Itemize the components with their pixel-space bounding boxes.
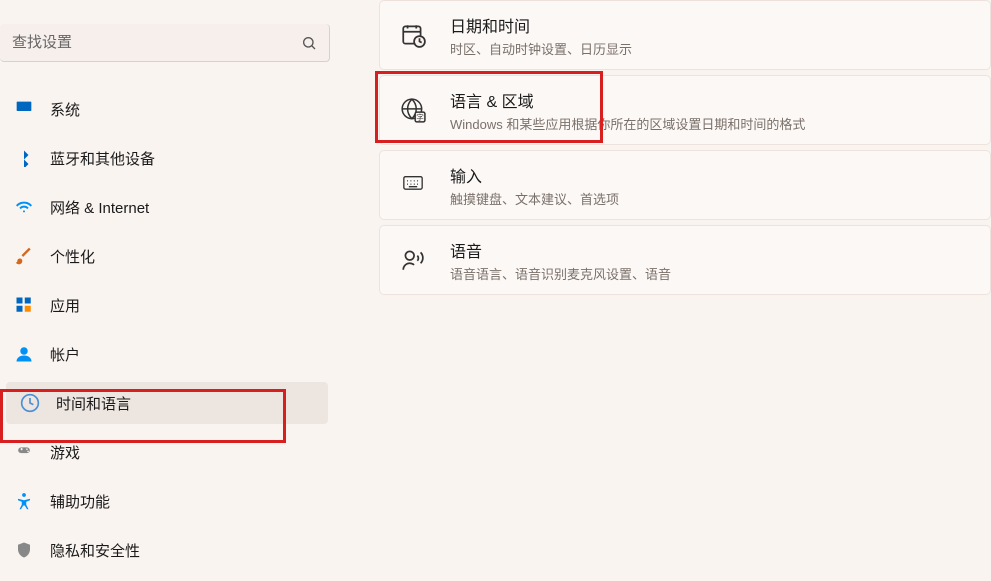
sidebar-item-accessibility[interactable]: 辅助功能 (0, 480, 330, 522)
main-content: 日期和时间 时区、自动时钟设置、日历显示 字 语言 & 区域 Windows 和… (330, 0, 991, 581)
sidebar-item-label: 帐户 (50, 344, 80, 365)
sidebar-item-label: 隐私和安全性 (50, 540, 140, 561)
setting-desc: 时区、自动时钟设置、日历显示 (450, 39, 632, 58)
setting-title: 输入 (450, 163, 619, 187)
person-icon (14, 344, 34, 364)
sidebar-item-label: 个性化 (50, 246, 95, 267)
shield-icon (14, 540, 34, 560)
sidebar-item-label: 游戏 (50, 442, 80, 463)
search-input[interactable] (12, 34, 301, 51)
sidebar-item-label: 系统 (50, 99, 80, 120)
sidebar-item-label: 网络 & Internet (50, 197, 149, 218)
sidebar-item-network[interactable]: 网络 & Internet (0, 186, 330, 228)
speech-icon (400, 247, 426, 273)
bluetooth-icon (14, 148, 34, 168)
brush-icon (14, 246, 34, 266)
setting-card-speech[interactable]: 语音 语音语言、语音识别麦克风设置、语音 (379, 225, 991, 295)
accessibility-icon (14, 491, 34, 511)
sidebar-item-bluetooth[interactable]: 蓝牙和其他设备 (0, 137, 330, 179)
gamepad-icon (14, 442, 34, 462)
setting-desc: Windows 和某些应用根据你所在的区域设置日期和时间的格式 (450, 114, 805, 133)
globe-language-icon: 字 (400, 97, 426, 123)
setting-title: 日期和时间 (450, 13, 632, 37)
sidebar-item-personalization[interactable]: 个性化 (0, 235, 330, 277)
sidebar-item-label: 应用 (50, 295, 80, 316)
apps-icon (14, 295, 34, 315)
sidebar: 系统 蓝牙和其他设备 网络 & Internet 个性化 应用 (0, 0, 330, 581)
sidebar-item-label: 辅助功能 (50, 491, 110, 512)
display-icon (14, 99, 34, 119)
sidebar-item-privacy[interactable]: 隐私和安全性 (0, 529, 330, 571)
setting-title: 语言 & 区域 (450, 88, 805, 112)
setting-text: 语言 & 区域 Windows 和某些应用根据你所在的区域设置日期和时间的格式 (450, 88, 805, 133)
calendar-clock-icon (400, 22, 426, 48)
setting-card-date-time[interactable]: 日期和时间 时区、自动时钟设置、日历显示 (379, 0, 991, 70)
sidebar-item-accounts[interactable]: 帐户 (0, 333, 330, 375)
setting-text: 输入 触摸键盘、文本建议、首选项 (450, 163, 619, 208)
setting-desc: 语音语言、语音识别麦克风设置、语音 (450, 264, 671, 283)
sidebar-item-apps[interactable]: 应用 (0, 284, 330, 326)
globe-clock-icon (20, 393, 40, 413)
search-box[interactable] (0, 24, 330, 62)
sidebar-item-label: 时间和语言 (56, 393, 131, 414)
keyboard-icon (400, 172, 426, 198)
setting-text: 语音 语音语言、语音识别麦克风设置、语音 (450, 238, 671, 283)
sidebar-item-system[interactable]: 系统 (0, 88, 330, 130)
sidebar-item-label: 蓝牙和其他设备 (50, 148, 155, 169)
setting-desc: 触摸键盘、文本建议、首选项 (450, 189, 619, 208)
setting-text: 日期和时间 时区、自动时钟设置、日历显示 (450, 13, 632, 58)
setting-card-input[interactable]: 输入 触摸键盘、文本建议、首选项 (379, 150, 991, 220)
setting-card-language-region[interactable]: 字 语言 & 区域 Windows 和某些应用根据你所在的区域设置日期和时间的格… (379, 75, 991, 145)
wifi-icon (14, 197, 34, 217)
sidebar-item-time-language[interactable]: 时间和语言 (6, 382, 328, 424)
sidebar-item-gaming[interactable]: 游戏 (0, 431, 330, 473)
search-icon (301, 35, 317, 51)
svg-text:字: 字 (416, 112, 424, 122)
nav-list: 系统 蓝牙和其他设备 网络 & Internet 个性化 应用 (0, 88, 330, 571)
setting-title: 语音 (450, 238, 671, 262)
